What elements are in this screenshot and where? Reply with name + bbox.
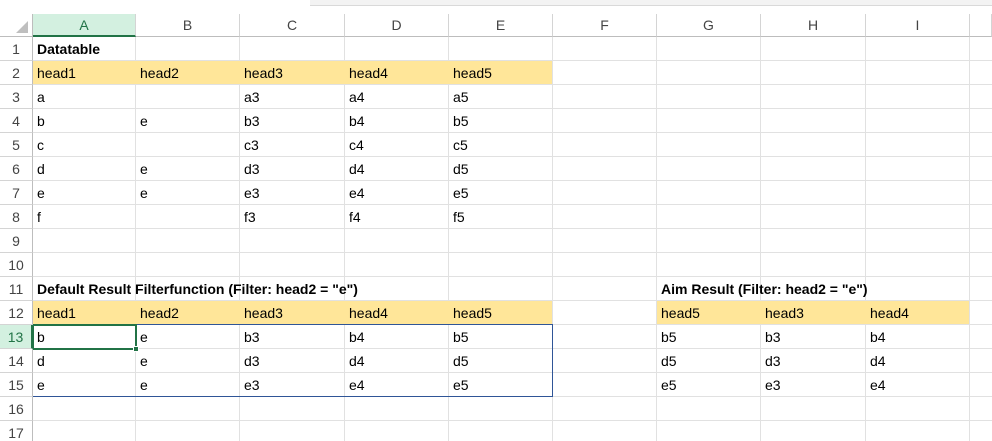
column-header-I[interactable]: I	[866, 14, 970, 37]
row-header-4[interactable]: 4	[0, 109, 33, 133]
cell-A1[interactable]: Datatable	[33, 37, 136, 61]
cell-I14[interactable]: d4	[866, 349, 970, 373]
cell-C8[interactable]: f3	[240, 205, 345, 229]
cell-E8[interactable]: f5	[449, 205, 553, 229]
cell-E7[interactable]: e5	[449, 181, 553, 205]
cell-B7[interactable]: e	[136, 181, 240, 205]
cell-A5[interactable]: c	[33, 133, 136, 157]
row-header-17[interactable]: 17	[0, 421, 33, 441]
column-header-B[interactable]: B	[136, 14, 240, 37]
cell-C6[interactable]: d3	[240, 157, 345, 181]
cell-H15[interactable]: e3	[761, 373, 866, 397]
cell-D8[interactable]: f4	[345, 205, 449, 229]
cell-A4[interactable]: b	[33, 109, 136, 133]
cell-D3[interactable]: a4	[345, 85, 449, 109]
row-header-9[interactable]: 9	[0, 229, 33, 253]
cell-G14[interactable]: d5	[657, 349, 761, 373]
row-header-7[interactable]: 7	[0, 181, 33, 205]
gridline-horizontal	[33, 252, 992, 253]
row-header-16[interactable]: 16	[0, 397, 33, 421]
cell-A7[interactable]: e	[33, 181, 136, 205]
cell-D2[interactable]: head4	[345, 61, 449, 85]
row-header-10[interactable]: 10	[0, 253, 33, 277]
spreadsheet-grid[interactable]: Datatable head1 head2 head3 head4 head5 a a3 a4 a…	[0, 0, 992, 441]
cell-G12[interactable]: head5	[657, 301, 761, 325]
gridline-horizontal	[33, 276, 992, 277]
cell-I13[interactable]: b4	[866, 325, 970, 349]
cell-E2[interactable]: head5	[449, 61, 553, 85]
cell-G11[interactable]: Aim Result (Filter: head2 = "e")	[657, 277, 868, 301]
row-header-3[interactable]: 3	[0, 85, 33, 109]
cell-G13[interactable]: b5	[657, 325, 761, 349]
column-header-E[interactable]: E	[449, 14, 553, 37]
cell-C5[interactable]: c3	[240, 133, 345, 157]
row-header-5[interactable]: 5	[0, 133, 33, 157]
column-header-empty	[970, 14, 992, 37]
row-header-15[interactable]: 15	[0, 373, 33, 397]
cell-C4[interactable]: b3	[240, 109, 345, 133]
row-header-13[interactable]: 13	[0, 325, 33, 349]
row-header-14[interactable]: 14	[0, 349, 33, 373]
cell-C3[interactable]: a3	[240, 85, 345, 109]
cell-H13[interactable]: b3	[761, 325, 866, 349]
active-cell-border[interactable]	[32, 324, 137, 350]
cell-I12[interactable]: head4	[866, 301, 970, 325]
cell-A2[interactable]: head1	[33, 61, 136, 85]
cell-E12[interactable]: head5	[449, 301, 553, 325]
row-header-1[interactable]: 1	[0, 37, 33, 61]
cell-D5[interactable]: c4	[345, 133, 449, 157]
row-header-8[interactable]: 8	[0, 205, 33, 229]
cell-A11[interactable]: Default Result Filterfunction (Filter: h…	[33, 277, 358, 301]
cell-I15[interactable]: e4	[866, 373, 970, 397]
cell-G15[interactable]: e5	[657, 373, 761, 397]
column-header-A[interactable]: A	[33, 14, 136, 37]
row-header-12[interactable]: 12	[0, 301, 33, 325]
row-header-2[interactable]: 2	[0, 61, 33, 85]
select-all-triangle-icon	[16, 21, 28, 33]
cell-A8[interactable]: f	[33, 205, 136, 229]
cell-D7[interactable]: e4	[345, 181, 449, 205]
cell-A6[interactable]: d	[33, 157, 136, 181]
select-all-corner[interactable]	[0, 14, 33, 37]
cell-D4[interactable]: b4	[345, 109, 449, 133]
cell-B2[interactable]: head2	[136, 61, 240, 85]
column-header-D[interactable]: D	[345, 14, 449, 37]
column-header-G[interactable]: G	[657, 14, 761, 37]
cell-E4[interactable]: b5	[449, 109, 553, 133]
cell-E3[interactable]: a5	[449, 85, 553, 109]
fill-handle[interactable]	[133, 346, 139, 352]
top-right-panel	[310, 0, 992, 6]
gridline-horizontal	[33, 420, 992, 421]
row-header-11[interactable]: 11	[0, 277, 33, 301]
cell-H12[interactable]: head3	[761, 301, 866, 325]
cell-H14[interactable]: d3	[761, 349, 866, 373]
cell-E5[interactable]: c5	[449, 133, 553, 157]
row-header-6[interactable]: 6	[0, 157, 33, 181]
cell-B6[interactable]: e	[136, 157, 240, 181]
cell-E6[interactable]: d5	[449, 157, 553, 181]
cell-D12[interactable]: head4	[345, 301, 449, 325]
cell-A3[interactable]: a	[33, 85, 136, 109]
cell-D6[interactable]: d4	[345, 157, 449, 181]
cell-A12[interactable]: head1	[33, 301, 136, 325]
cell-C7[interactable]: e3	[240, 181, 345, 205]
cell-B4[interactable]: e	[136, 109, 240, 133]
cell-C2[interactable]: head3	[240, 61, 345, 85]
column-header-H[interactable]: H	[761, 14, 866, 37]
cell-B12[interactable]: head2	[136, 301, 240, 325]
column-header-C[interactable]: C	[240, 14, 345, 37]
column-header-F[interactable]: F	[553, 14, 657, 37]
cell-C12[interactable]: head3	[240, 301, 345, 325]
